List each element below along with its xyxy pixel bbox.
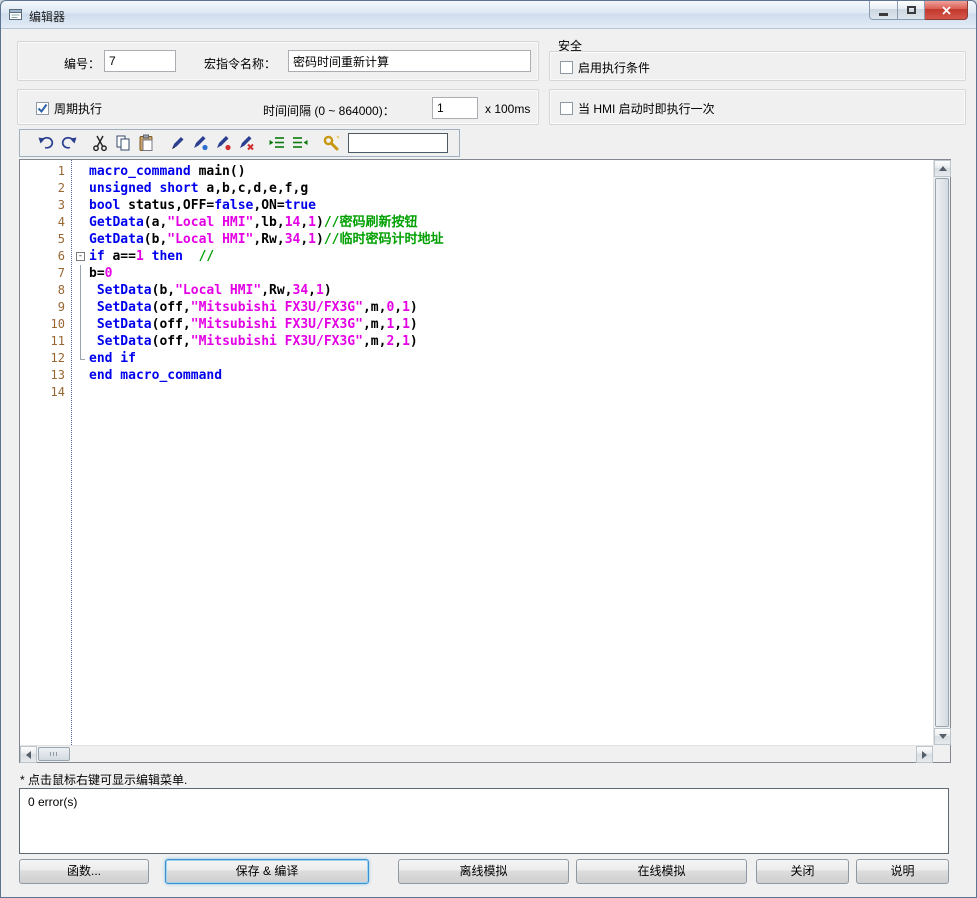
line-numbers: 1234567891011121314 — [20, 160, 72, 745]
functions-button[interactable]: 函数... — [19, 859, 149, 884]
periodic-panel: 周期执行 时间间隔 (0 ~ 864000)： x 100ms — [17, 89, 539, 125]
edit-surface[interactable]: 1234567891011121314 macro_command main()… — [20, 160, 933, 745]
startup-panel: 当 HMI 启动时即执行一次 — [549, 89, 966, 125]
outdent-button[interactable] — [288, 132, 311, 154]
undo-button[interactable] — [34, 132, 57, 154]
number-input[interactable] — [104, 50, 176, 72]
macro-name-input[interactable] — [288, 50, 531, 72]
paste-icon — [136, 133, 156, 153]
compile-pen-button[interactable] — [165, 132, 188, 154]
vertical-scroll-thumb[interactable] — [935, 178, 949, 727]
app-icon — [8, 7, 24, 23]
vertical-scrollbar[interactable] — [933, 160, 950, 745]
undo-icon — [36, 133, 56, 153]
error-count: 0 error(s) — [28, 795, 77, 809]
cut-button[interactable] — [88, 132, 111, 154]
code-editor: 1234567891011121314 macro_command main()… — [19, 159, 951, 763]
interval-unit: x 100ms — [485, 102, 530, 116]
indent-button[interactable] — [265, 132, 288, 154]
toolbar-search-input[interactable] — [348, 133, 448, 153]
debug-pen-button[interactable] — [211, 132, 234, 154]
window-title: 编辑器 — [29, 8, 65, 25]
client-area: 编号： 宏指令名称： 安全 启用执行条件 周期执行 时间间隔 ( — [1, 29, 976, 897]
tools-button[interactable] — [319, 132, 342, 154]
window-controls — [869, 1, 968, 20]
macro-editor-window: 编辑器 编号： 宏指令名称： 安全 启用执行条件 — [0, 0, 977, 898]
arrow-left-icon — [26, 751, 31, 759]
arrow-down-icon — [939, 734, 947, 739]
maximize-icon — [907, 6, 916, 14]
number-label: 编号： — [64, 55, 100, 72]
enable-condition-checkbox-box[interactable] — [560, 61, 573, 74]
save-compile-button[interactable]: 保存 & 编译 — [165, 859, 369, 884]
check-icon — [36, 102, 49, 115]
startup-checkbox[interactable]: 当 HMI 启动时即执行一次 — [560, 100, 715, 117]
startup-label: 当 HMI 启动时即执行一次 — [578, 100, 715, 117]
edit-menu-hint: * 点击鼠标右键可显示编辑菜单. — [20, 771, 187, 788]
wrench-icon — [321, 133, 341, 153]
cancel-pen-button[interactable] — [234, 132, 257, 154]
scroll-down-button[interactable] — [934, 728, 951, 745]
enable-condition-label: 启用执行条件 — [578, 59, 650, 76]
pen-cancel-icon — [236, 133, 256, 153]
scroll-right-button[interactable] — [916, 746, 933, 763]
compile-output: 0 error(s) — [19, 788, 949, 854]
pen-blue-icon — [190, 133, 210, 153]
pen-red-icon — [213, 133, 233, 153]
list-indent-icon — [267, 133, 287, 153]
periodic-label: 周期执行 — [54, 100, 102, 117]
horizontal-scrollbar[interactable] — [20, 745, 933, 762]
copy-icon — [113, 133, 133, 153]
scroll-left-button[interactable] — [20, 746, 37, 763]
interval-input[interactable] — [432, 97, 478, 119]
redo-icon — [59, 133, 79, 153]
titlebar: 编辑器 — [1, 1, 976, 29]
horizontal-scroll-thumb[interactable] — [38, 747, 70, 761]
startup-checkbox-box[interactable] — [560, 102, 573, 115]
minimize-button[interactable] — [869, 1, 898, 20]
minimize-icon — [879, 13, 888, 16]
periodic-checkbox-box[interactable] — [36, 102, 49, 115]
code-lines[interactable]: macro_command main()unsigned short a,b,c… — [73, 160, 933, 745]
periodic-checkbox[interactable]: 周期执行 — [36, 100, 102, 117]
macro-name-label: 宏指令名称： — [204, 55, 276, 72]
help-button[interactable]: 说明 — [856, 859, 949, 884]
close-editor-button[interactable]: 关闭 — [756, 859, 849, 884]
pen-icon — [167, 133, 187, 153]
interval-label: 时间间隔 (0 ~ 864000)： — [263, 102, 395, 119]
arrow-up-icon — [939, 166, 947, 171]
copy-button[interactable] — [111, 132, 134, 154]
trace-pen-button[interactable] — [188, 132, 211, 154]
redo-button[interactable] — [57, 132, 80, 154]
toolbar — [19, 129, 460, 157]
maximize-button[interactable] — [898, 1, 925, 20]
scroll-up-button[interactable] — [934, 160, 951, 177]
macro-info-panel: 编号： 宏指令名称： — [17, 41, 539, 81]
online-simulation-button[interactable]: 在线模拟 — [576, 859, 747, 884]
cut-icon — [90, 133, 110, 153]
close-button[interactable] — [925, 1, 968, 20]
fold-collapse-icon[interactable]: - — [76, 252, 85, 261]
list-outdent-icon — [290, 133, 310, 153]
enable-condition-checkbox[interactable]: 启用执行条件 — [560, 59, 650, 76]
offline-simulation-button[interactable]: 离线模拟 — [398, 859, 569, 884]
arrow-right-icon — [922, 751, 927, 759]
scrollbar-corner — [933, 745, 950, 762]
paste-button[interactable] — [134, 132, 157, 154]
security-panel: 启用执行条件 — [549, 51, 966, 81]
close-icon — [941, 5, 952, 16]
